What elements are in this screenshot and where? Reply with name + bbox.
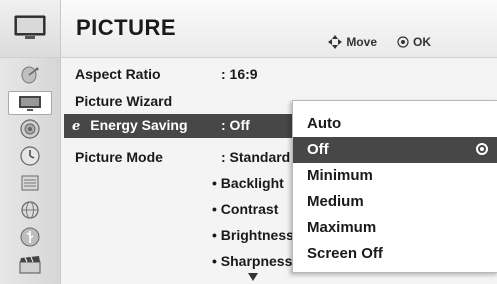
tv-icon [14,15,46,39]
picture-wizard-label: Picture Wizard [75,93,173,109]
header-icon-box [0,0,61,57]
ok-button-icon [397,36,409,48]
four-way-arrow-icon [328,35,343,49]
option-auto[interactable]: Auto [293,111,497,137]
page-title: PICTURE [76,15,177,40]
aspect-ratio-value: : 16:9 [221,66,258,82]
move-hint-label: Move [346,35,377,49]
option-minimum-label: Minimum [307,167,373,184]
energy-saving-icon: e [72,119,81,134]
picture-mode-label: Picture Mode [75,149,163,165]
aspect-ratio-row[interactable]: Aspect Ratio : 16:9 [61,63,497,87]
picture-menu-screen: PICTURE Move OK Aspect Ratio: 16:9 Pict… [0,0,497,284]
menu-header: PICTURE Move OK [0,0,497,58]
picture-mode-value: : Standard [221,149,291,165]
option-medium[interactable]: Medium [293,189,497,215]
energy-saving-label: Energy Saving [90,117,188,133]
option-minimum[interactable]: Minimum [293,163,497,189]
option-medium-label: Medium [307,193,364,210]
ok-hint-label: OK [413,35,431,49]
tv-screen-icon[interactable] [8,91,52,115]
clock-icon[interactable] [10,145,50,167]
scroll-down-arrow-icon[interactable] [248,273,258,281]
speaker-icon[interactable] [10,118,50,140]
selected-radio-icon [476,143,488,155]
option-off[interactable]: Off [293,137,497,163]
navigation-hint: Move OK [328,35,431,49]
option-off-label: Off [307,141,329,158]
clapperboard-icon[interactable] [10,253,50,275]
usb-icon[interactable] [10,226,50,248]
category-sidebar [0,58,61,284]
option-maximum-label: Maximum [307,219,377,236]
option-screen-off-label: Screen Off [307,245,383,262]
lock-icon[interactable] [10,172,50,194]
satellite-dish-icon[interactable] [10,64,50,86]
energy-saving-value: : Off [221,117,250,133]
energy-saving-options-popup: Auto Off Minimum Medium Maximum Screen O… [292,100,497,273]
contrast-label: • Contrast [212,201,279,217]
sharpness-label: • Sharpness [212,253,293,269]
aspect-ratio-label: Aspect Ratio [75,66,161,82]
brightness-label: • Brightness [212,227,294,243]
option-maximum[interactable]: Maximum [293,215,497,241]
backlight-label: • Backlight [212,175,284,191]
energy-saving-row[interactable]: e Energy Saving : Off [64,114,294,138]
globe-icon[interactable] [10,199,50,221]
option-auto-label: Auto [307,115,342,132]
option-screen-off[interactable]: Screen Off [293,241,497,267]
energy-saving-label-group: e Energy Saving [72,117,188,134]
